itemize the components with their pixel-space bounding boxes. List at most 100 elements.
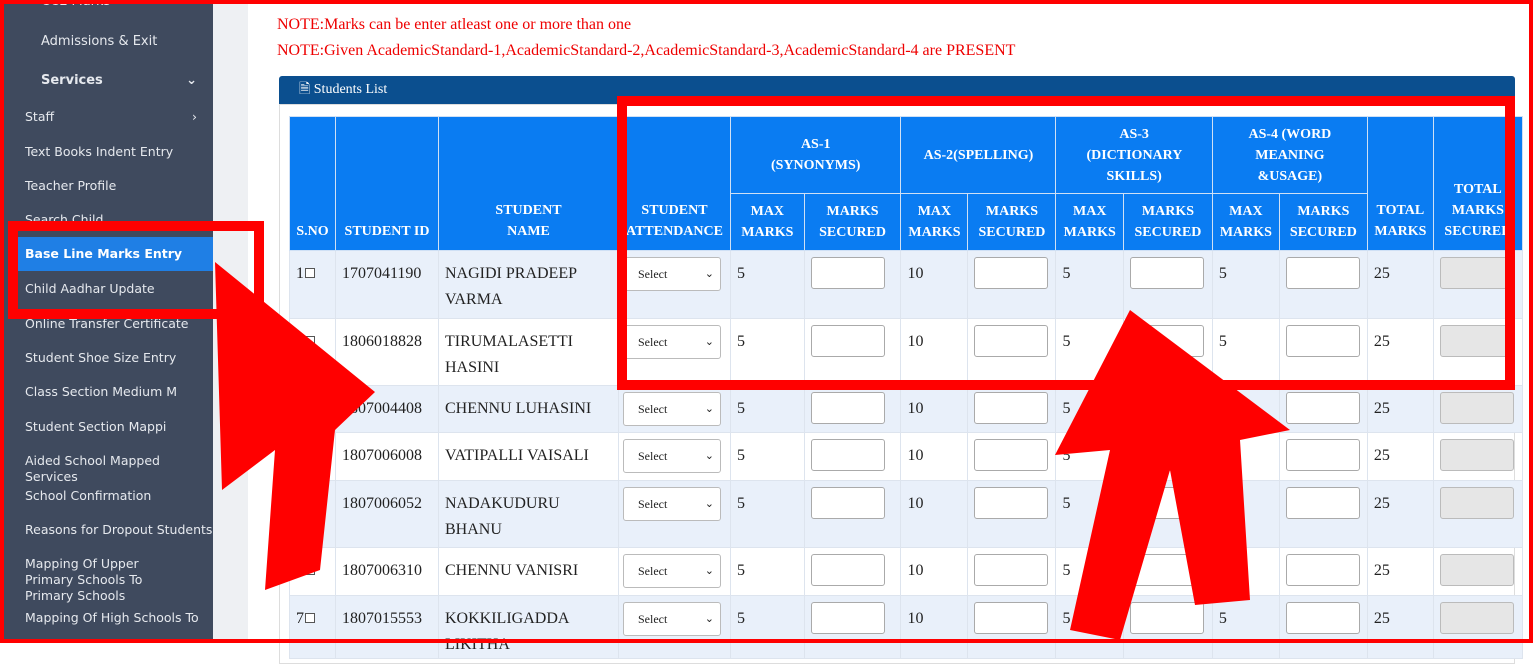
sidebar-item-school-confirmation[interactable]: School Confirmation: [0, 488, 213, 504]
attendance-select[interactable]: Select ⌄: [623, 439, 721, 473]
sno: 3: [296, 400, 304, 417]
sidebar-item-label: Staff: [25, 109, 55, 124]
marks-secured-input[interactable]: [974, 325, 1049, 357]
total-secured-cell: [1432, 432, 1523, 481]
total-secured-input: [1439, 257, 1514, 289]
marks-secured-input[interactable]: [1285, 392, 1360, 424]
note-standards: NOTE:Given AcademicStandard-1,AcademicSt…: [277, 42, 1016, 59]
select-placeholder: Select: [638, 612, 668, 626]
marks-secured-input[interactable]: [1130, 392, 1205, 424]
max-marks: 5: [1211, 385, 1280, 433]
marks-secured-input[interactable]: [974, 439, 1049, 471]
marks-secured-input[interactable]: [1130, 487, 1205, 519]
marks-secured-input[interactable]: [974, 392, 1049, 424]
marks-secured-cell: [1278, 318, 1368, 386]
marks-secured-input[interactable]: [1130, 554, 1205, 586]
sidebar-item-student-shoe-size-entry[interactable]: Student Shoe Size Entry: [0, 350, 213, 366]
sidebar-item-reasons-for-dropout-students[interactable]: Reasons for Dropout Students: [0, 522, 213, 538]
attendance-select[interactable]: Select ⌄: [623, 257, 721, 291]
select-placeholder: Select: [638, 449, 668, 463]
max-marks: 10: [900, 250, 969, 319]
marks-secured-input[interactable]: [1285, 439, 1360, 471]
col-max-marks: MAX MARKS: [900, 193, 969, 251]
row-checkbox[interactable]: [305, 613, 315, 623]
max-marks: 5: [1055, 595, 1125, 659]
max-marks: 5: [730, 318, 805, 386]
marks-secured-input[interactable]: [810, 325, 885, 357]
marks-secured-cell: [803, 595, 902, 659]
attendance-select[interactable]: Select ⌄: [623, 487, 721, 521]
sno: 5: [296, 495, 304, 512]
sidebar-item-cce-marks[interactable]: CCE Marks: [0, 0, 213, 10]
chevron-down-icon: ⌄: [704, 450, 714, 462]
max-marks: 5: [1055, 318, 1125, 386]
sidebar-item-staff[interactable]: Staff ›: [0, 109, 213, 125]
sidebar-item-search-child[interactable]: Search Child: [0, 212, 213, 228]
sidebar-item-label: Student Shoe Size Entry: [25, 350, 177, 365]
select-placeholder: Select: [638, 267, 668, 281]
attendance-cell: Select ⌄: [618, 595, 731, 659]
marks-secured-input[interactable]: [974, 554, 1049, 586]
students-table: S.NO STUDENT ID STUDENT NAME STUDENT ATT…: [289, 116, 1523, 659]
sidebar-item-base-line-marks-entry[interactable]: Base Line Marks Entry: [13, 237, 213, 271]
row-checkbox[interactable]: [305, 268, 315, 278]
marks-secured-input[interactable]: [1130, 439, 1205, 471]
total-secured-input: [1439, 325, 1514, 357]
marks-secured-input[interactable]: [1285, 257, 1360, 289]
sidebar-item-online-transfer-certificate[interactable]: Online Transfer Certificate: [0, 316, 213, 332]
sidebar-item-services[interactable]: Services ⌄: [0, 73, 213, 89]
attendance-select[interactable]: Select ⌄: [623, 554, 721, 588]
attendance-select[interactable]: Select ⌄: [623, 325, 721, 359]
total-secured-input: [1439, 602, 1514, 634]
marks-secured-input[interactable]: [1285, 487, 1360, 519]
sno-cell: 3: [289, 385, 336, 433]
marks-secured-input[interactable]: [1285, 602, 1360, 634]
total-secured-cell: [1432, 318, 1523, 386]
marks-secured-input[interactable]: [1130, 602, 1205, 634]
marks-secured-input[interactable]: [974, 487, 1049, 519]
marks-secured-input[interactable]: [1130, 257, 1205, 289]
total-marks: 25: [1366, 547, 1434, 596]
chevron-down-icon: ⌄: [704, 403, 714, 415]
marks-secured-input[interactable]: [1130, 325, 1205, 357]
row-checkbox[interactable]: [305, 498, 315, 508]
sidebar-item-student-section-mappi[interactable]: Student Section Mappi: [0, 419, 213, 435]
marks-secured-input[interactable]: [1285, 554, 1360, 586]
col-marks-secured: MARKS SECURED: [1278, 193, 1368, 251]
chevron-right-icon: ›: [192, 109, 197, 124]
sidebar-item-mapping-of-upper-primary-schools-to-primary-schools[interactable]: Mapping Of Upper Primary Schools To Prim…: [0, 556, 190, 604]
sidebar-item-admissions-exit[interactable]: Admissions & Exit: [0, 34, 213, 50]
marks-secured-input[interactable]: [1285, 325, 1360, 357]
col-marks-secured: MARKS SECURED: [1123, 193, 1213, 251]
sidebar-item-child-aadhar-update[interactable]: Child Aadhar Update: [0, 281, 213, 297]
attendance-select[interactable]: Select ⌄: [623, 392, 721, 426]
sno-cell: 5: [289, 480, 336, 548]
marks-secured-input[interactable]: [974, 602, 1049, 634]
sidebar-item-class-section-medium-m[interactable]: Class Section Medium M: [0, 384, 213, 400]
sidebar-item-text-books-indent-entry[interactable]: Text Books Indent Entry: [0, 144, 213, 160]
chevron-down-icon: ⌄: [704, 613, 714, 625]
marks-secured-input[interactable]: [810, 554, 885, 586]
student-name: KOKKILIGADDA LIKITHA: [438, 595, 619, 659]
marks-secured-input[interactable]: [974, 257, 1049, 289]
sidebar-item-aided-school-mapped-services[interactable]: Aided School Mapped Services: [0, 453, 213, 485]
table-row: 6 1807006310 CHENNU VANISRI Select ⌄ 5 10 5 5 25: [289, 547, 1523, 596]
sidebar-item-teacher-profile[interactable]: Teacher Profile: [0, 178, 213, 194]
marks-secured-input[interactable]: [810, 602, 885, 634]
sidebar-item-mapping-of-high-schools-to[interactable]: Mapping Of High Schools To: [0, 610, 213, 626]
row-checkbox[interactable]: [305, 450, 315, 460]
sno: 7: [296, 610, 304, 627]
attendance-cell: Select ⌄: [618, 250, 731, 319]
row-checkbox[interactable]: [305, 403, 315, 413]
col-marks-secured: MARKS SECURED: [967, 193, 1057, 251]
marks-secured-input[interactable]: [810, 257, 885, 289]
attendance-select[interactable]: Select ⌄: [623, 602, 721, 636]
row-checkbox[interactable]: [305, 565, 315, 575]
sno-cell: 1: [289, 250, 336, 319]
row-checkbox[interactable]: [305, 336, 315, 346]
student-id: 1807004408: [335, 385, 439, 433]
marks-secured-input[interactable]: [810, 487, 885, 519]
max-marks: 5: [1055, 480, 1125, 548]
marks-secured-input[interactable]: [810, 439, 885, 471]
marks-secured-input[interactable]: [810, 392, 885, 424]
